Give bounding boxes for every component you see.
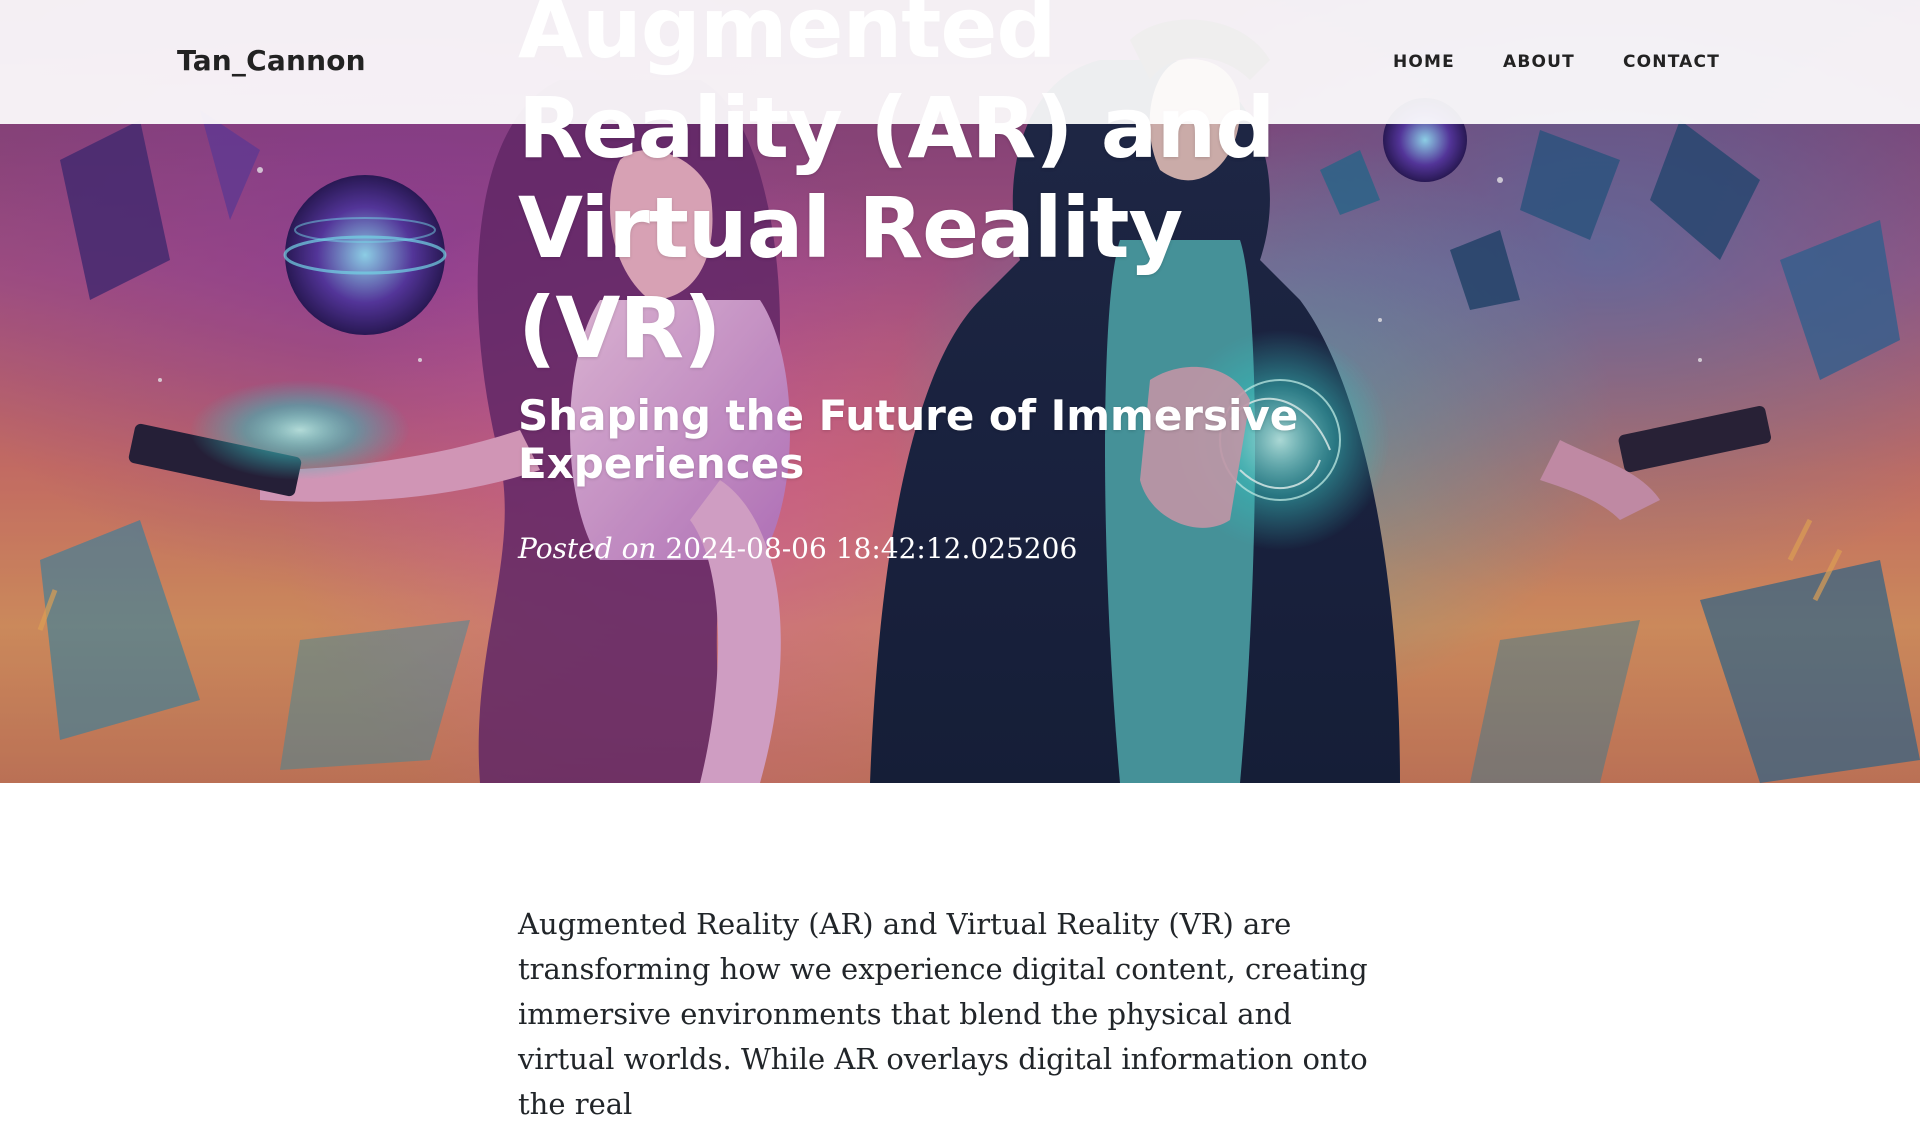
nav-links: HOME ABOUT CONTACT [1393,52,1720,72]
post-date: 2024-08-06 18:42:12.025206 [665,532,1078,565]
nav-link-home[interactable]: HOME [1393,52,1455,72]
post-meta: Posted on 2024-08-06 18:42:12.025206 [518,532,1378,565]
navbar: Tan_Cannon HOME ABOUT CONTACT [0,0,1920,124]
nav-link-contact[interactable]: CONTACT [1623,52,1720,72]
article-paragraph: Augmented Reality (AR) and Virtual Reali… [518,907,1368,1121]
post-meta-prefix: Posted on [518,532,657,565]
post-subtitle: Shaping the Future of Immersive Experien… [518,391,1299,488]
article-body: Augmented Reality (AR) and Virtual Reali… [518,902,1378,1127]
brand-link[interactable]: Tan_Cannon [177,44,366,77]
nav-link-about[interactable]: ABOUT [1503,52,1575,72]
